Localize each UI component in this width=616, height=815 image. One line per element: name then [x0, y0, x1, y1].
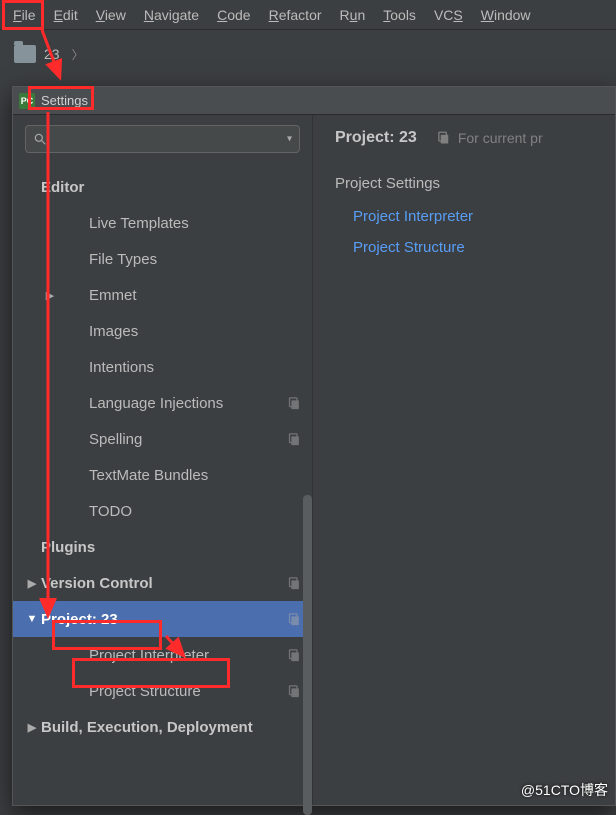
tree-item-textmate-bundles[interactable]: TextMate Bundles — [13, 457, 312, 493]
watermark: @51CTO博客 — [521, 780, 608, 800]
search-icon — [33, 132, 47, 146]
chevron-right-icon: 〉 — [72, 46, 84, 63]
copy-icon — [437, 131, 452, 146]
expand-arrow-icon: ▼ — [23, 613, 41, 625]
scope-indicator[interactable]: For current pr — [437, 130, 543, 146]
tree-item-file-types[interactable]: File Types — [13, 241, 312, 277]
link-project-structure[interactable]: Project Structure — [335, 235, 605, 260]
settings-sidebar: ▾ EditorLive TemplatesFile Types▶EmmetIm… — [13, 115, 313, 805]
menubar: File Edit View Navigate Code Refactor Ru… — [0, 0, 616, 30]
menu-view[interactable]: View — [89, 4, 133, 26]
tree-item-label: Plugins — [41, 539, 302, 556]
tree-item-language-injections[interactable]: Language Injections — [13, 385, 312, 421]
menu-run[interactable]: Run — [333, 4, 373, 26]
scrollbar-thumb[interactable] — [303, 495, 312, 815]
tree-item-editor[interactable]: Editor — [13, 169, 312, 205]
tree-item-label: Version Control — [41, 575, 287, 592]
tree-item-emmet[interactable]: ▶Emmet — [13, 277, 312, 313]
content-title: Project: 23 — [335, 129, 417, 147]
menu-edit[interactable]: Edit — [47, 4, 85, 26]
settings-content: Project: 23 For current pr Project Setti… — [313, 115, 615, 805]
dialog-title: Settings — [41, 93, 88, 108]
menu-refactor[interactable]: Refactor — [262, 4, 329, 26]
tree-item-todo[interactable]: TODO — [13, 493, 312, 529]
menu-tools[interactable]: Tools — [376, 4, 423, 26]
tree-item-label: Project Interpreter — [59, 647, 287, 664]
search-dropdown-icon[interactable]: ▾ — [287, 134, 292, 145]
tree-item-label: Emmet — [59, 287, 302, 304]
tree-item-project-23[interactable]: ▼Project: 23 — [13, 601, 312, 637]
tree-item-live-templates[interactable]: Live Templates — [13, 205, 312, 241]
tree-item-label: File Types — [59, 251, 302, 268]
per-project-icon — [287, 432, 302, 447]
tree-item-label: Build, Execution, Deployment — [41, 719, 302, 736]
tree-item-plugins[interactable]: Plugins — [13, 529, 312, 565]
expand-arrow-icon: ▶ — [41, 289, 59, 302]
tree-item-label: Editor — [41, 179, 302, 196]
tree-item-label: Live Templates — [59, 215, 302, 232]
menu-window[interactable]: Window — [474, 4, 538, 26]
tree-item-label: Images — [59, 323, 302, 340]
tree-item-label: Spelling — [59, 431, 287, 448]
tree-item-label: TODO — [59, 503, 302, 520]
folder-icon — [14, 45, 36, 63]
expand-arrow-icon: ▶ — [23, 577, 41, 590]
per-project-icon — [287, 396, 302, 411]
menu-file[interactable]: File — [6, 4, 43, 26]
menu-navigate[interactable]: Navigate — [137, 4, 206, 26]
dialog-titlebar: PC Settings — [13, 87, 615, 115]
settings-tree: EditorLive TemplatesFile Types▶EmmetImag… — [13, 163, 312, 805]
breadcrumb-bar: 23 〉 — [0, 30, 616, 78]
tree-item-project-interpreter[interactable]: Project Interpreter — [13, 637, 312, 673]
tree-item-label: TextMate Bundles — [59, 467, 302, 484]
section-heading: Project Settings — [335, 175, 605, 192]
menu-vcs[interactable]: VCS — [427, 4, 470, 26]
tree-item-label: Project: 23 — [41, 611, 287, 628]
tree-item-label: Language Injections — [59, 395, 287, 412]
per-project-icon — [287, 684, 302, 699]
menu-code[interactable]: Code — [210, 4, 257, 26]
tree-item-images[interactable]: Images — [13, 313, 312, 349]
tree-item-spelling[interactable]: Spelling — [13, 421, 312, 457]
pycharm-icon: PC — [19, 93, 35, 109]
settings-search-input[interactable] — [25, 125, 300, 153]
per-project-icon — [287, 648, 302, 663]
settings-dialog: PC Settings ▾ Editor Live Templates File T… — [12, 86, 616, 806]
per-project-icon — [287, 576, 302, 591]
tree-item-project-structure[interactable]: Project Structure — [13, 673, 312, 709]
tree-item-version-control[interactable]: ▶Version Control — [13, 565, 312, 601]
expand-arrow-icon: ▶ — [23, 721, 41, 734]
tree-item-label: Intentions — [59, 359, 302, 376]
tree-item-label: Project Structure — [59, 683, 287, 700]
per-project-icon — [287, 612, 302, 627]
link-project-interpreter[interactable]: Project Interpreter — [335, 204, 605, 229]
breadcrumb-project[interactable]: 23 — [44, 46, 60, 62]
tree-item-intentions[interactable]: Intentions — [13, 349, 312, 385]
tree-item-build-execution-deployment[interactable]: ▶Build, Execution, Deployment — [13, 709, 312, 745]
